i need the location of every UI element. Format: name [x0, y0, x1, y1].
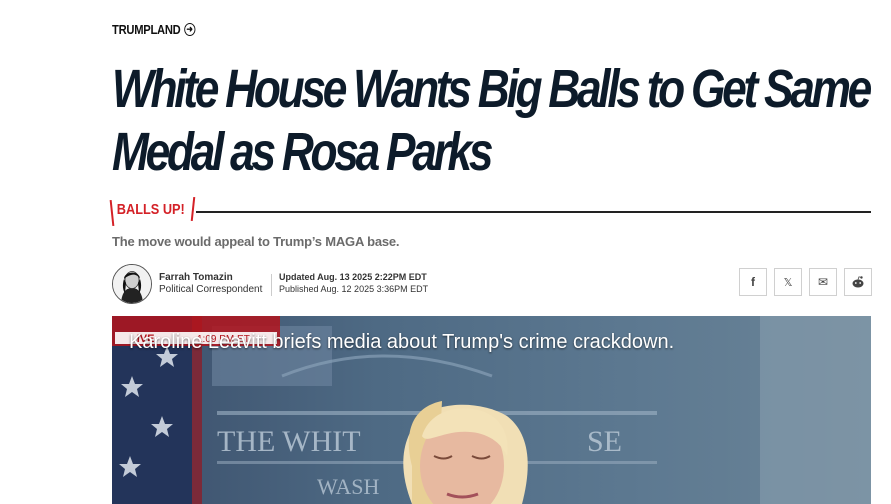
headline: White House Wants Big Balls to Get Same … [112, 59, 872, 182]
video-caption: Karoline Leavitt briefs media about Trum… [129, 331, 675, 353]
x-share-button[interactable]: 𝕏 [774, 268, 802, 296]
backdrop-text-3: WASH [317, 474, 379, 499]
email-share-button[interactable]: ✉ [809, 268, 837, 296]
backdrop-text-2: SE [587, 425, 622, 458]
author-name[interactable]: Farrah Tomazin [159, 272, 233, 283]
reddit-share-button[interactable] [844, 268, 872, 296]
kicker-bar-right [190, 196, 196, 222]
section-label: TRUMPLAND [112, 22, 181, 37]
email-icon: ✉ [817, 275, 829, 289]
kicker-label: BALLS UP! [116, 201, 185, 218]
arrow-circle-right-icon: ➜ [183, 23, 196, 36]
facebook-icon: f [751, 275, 755, 289]
reddit-icon [852, 276, 864, 288]
share-buttons: f 𝕏 ✉ [739, 268, 872, 296]
backdrop-text-1: THE WHIT [217, 425, 361, 458]
author-role: Political Correspondent [159, 284, 263, 295]
published-date: Published Aug. 12 2025 3:36PM EDT [279, 284, 429, 294]
x-icon: 𝕏 [783, 276, 793, 289]
kicker-divider-line [196, 211, 871, 213]
byline: Farrah Tomazin Political Correspondent U… [112, 264, 872, 304]
byline-divider [271, 274, 272, 296]
kicker-row: BALLS UP! [109, 196, 871, 227]
facebook-share-button[interactable]: f [739, 268, 767, 296]
section-link[interactable]: TRUMPLAND ➜ [112, 22, 196, 37]
updated-date: Updated Aug. 13 2025 2:22PM EDT [279, 272, 427, 282]
author-avatar[interactable] [112, 264, 152, 304]
video-player[interactable]: THE WHIT SE WASH LIVE 1:09 PM ET Karolin… [112, 316, 871, 504]
dek: The move would appeal to Trump’s MAGA ba… [112, 234, 400, 249]
